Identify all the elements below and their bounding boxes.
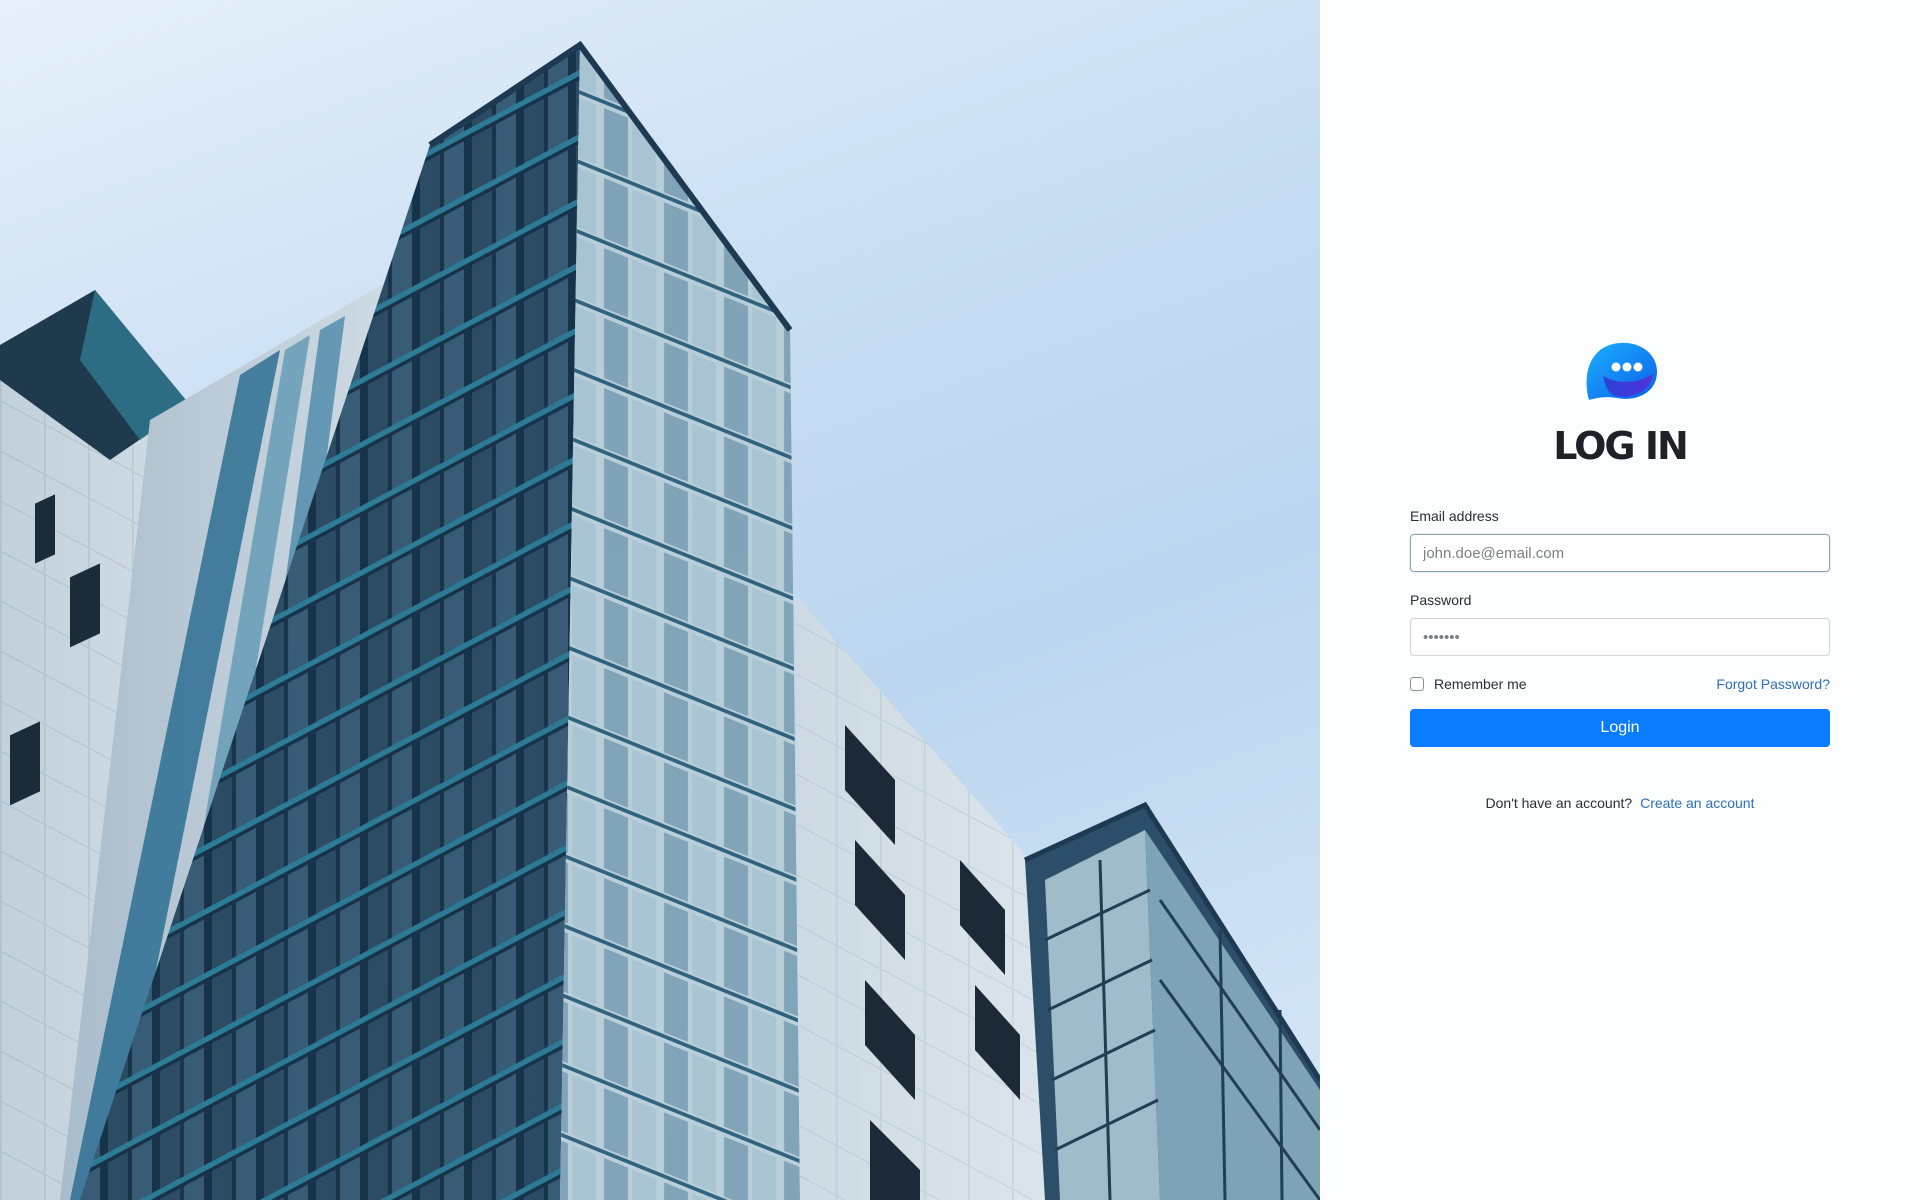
login-button[interactable]: Login: [1410, 709, 1830, 747]
remember-me-checkbox[interactable]: [1410, 677, 1424, 691]
login-form: LOG IN Email address Password Remember m…: [1410, 340, 1830, 811]
email-input[interactable]: [1410, 534, 1830, 572]
forgot-password-link[interactable]: Forgot Password?: [1716, 676, 1830, 692]
password-label: Password: [1410, 592, 1472, 608]
email-label: Email address: [1410, 508, 1499, 524]
signup-prompt: Don't have an account? Create an account: [1410, 795, 1830, 811]
signup-prompt-text: Don't have an account?: [1485, 795, 1633, 811]
password-input[interactable]: [1410, 618, 1830, 656]
login-options-row: Remember me Forgot Password?: [1410, 676, 1830, 692]
hero-image: [0, 0, 1320, 1200]
login-page: LOG IN Email address Password Remember m…: [0, 0, 1920, 1200]
remember-me[interactable]: Remember me: [1410, 676, 1527, 692]
chat-bubble-logo-icon: [1586, 342, 1657, 400]
remember-me-label: Remember me: [1434, 676, 1527, 692]
page-title: LOG IN: [1553, 424, 1689, 468]
building-illustration: [0, 40, 1320, 1200]
create-account-link[interactable]: Create an account: [1640, 795, 1754, 811]
login-panel: LOG IN Email address Password Remember m…: [1320, 0, 1920, 1200]
